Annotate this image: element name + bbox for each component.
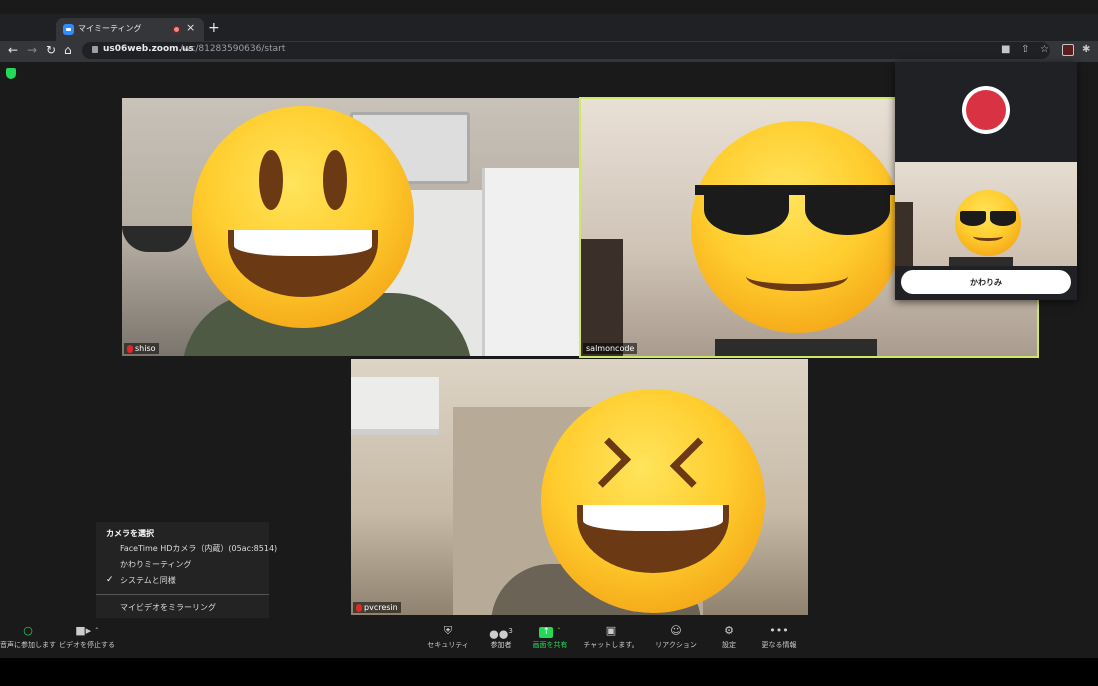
camera-option-kawari[interactable]: かわりミーティング xyxy=(120,559,192,570)
washer-shape xyxy=(482,168,579,356)
browser-tab[interactable]: マイミーティング × xyxy=(56,18,204,41)
tab-title: マイミーティング xyxy=(78,24,142,33)
lock-icon[interactable] xyxy=(92,46,98,53)
bottom-bezel xyxy=(0,658,1098,686)
sunglasses-emoji-icon xyxy=(955,190,1021,256)
zoom-web-window: マイミーティング × + ← → ↻ ⌂ us06web.zoom.us /wc… xyxy=(0,0,1098,686)
participants-label: 参加者 xyxy=(490,641,512,649)
stop-video-label: ビデオを停止する xyxy=(59,641,115,649)
sunglasses-bridge xyxy=(695,184,899,196)
emoji-plus-icon: ☺ xyxy=(670,624,682,637)
sunglasses-emoji-icon xyxy=(691,121,903,333)
forward-icon[interactable]: → xyxy=(27,43,37,57)
mirror-video-option[interactable]: マイビデオをミラーリング xyxy=(120,602,216,613)
join-audio-label: 音声に参加します xyxy=(0,641,56,649)
recording-indicator-icon xyxy=(172,25,181,34)
participant-name: salmoncode xyxy=(586,344,635,353)
video-tile-shiso[interactable]: shiso xyxy=(122,98,579,356)
shield-icon[interactable] xyxy=(6,68,16,79)
share-icon[interactable]: ⇧ xyxy=(1021,44,1029,56)
record-button[interactable] xyxy=(962,86,1010,134)
security-shield-icon: ⛨ xyxy=(443,624,453,637)
chevron-up-icon[interactable]: ˆ xyxy=(557,627,561,636)
participant-name-tag: shiso xyxy=(124,343,159,354)
camera-preview xyxy=(895,162,1077,266)
preview-lens-left xyxy=(959,211,986,226)
camera-select-menu: カメラを選択 FaceTime HDカメラ（内蔵）(05ac:8514) かわり… xyxy=(96,522,277,618)
tab-close-button[interactable]: × xyxy=(186,21,195,34)
settings-button[interactable]: ⚙ 設定 xyxy=(701,624,757,650)
gear-icon: ⚙ xyxy=(724,624,734,637)
camera-icon[interactable]: ■ xyxy=(1001,44,1010,56)
squint-eye-left xyxy=(580,437,632,489)
home-icon[interactable]: ⌂ xyxy=(64,43,72,57)
chevron-up-icon[interactable]: ˆ xyxy=(95,627,99,636)
participants-icon: ●●3 xyxy=(489,627,513,641)
menu-divider xyxy=(96,594,269,595)
mic-muted-icon xyxy=(127,344,133,353)
share-screen-icon: ↑ ˆ xyxy=(539,624,561,638)
back-icon[interactable]: ← xyxy=(8,43,18,57)
chat-bubble-icon: ▣ xyxy=(605,624,617,637)
mouth xyxy=(227,230,379,297)
kawarimi-button[interactable]: かわりみ xyxy=(901,270,1071,294)
participant-name-tag: salmoncode xyxy=(583,343,638,354)
mic-muted-icon xyxy=(356,603,362,612)
security-button[interactable]: ⛨ セキュリティ xyxy=(420,624,476,650)
grinning-emoji-icon xyxy=(192,106,414,328)
camera-menu-header: カメラを選択 xyxy=(106,529,154,538)
share-screen-button[interactable]: ↑ ˆ 画面を共有 xyxy=(522,624,578,650)
puzzle-icon[interactable]: ✱ xyxy=(1082,44,1090,56)
new-tab-button[interactable]: + xyxy=(208,20,220,36)
pan-shape xyxy=(122,226,192,252)
laughing-emoji-icon xyxy=(541,389,765,613)
security-label: セキュリティ xyxy=(427,641,469,649)
reaction-button[interactable]: ☺ リアクション xyxy=(648,624,704,650)
shelf-shape xyxy=(581,239,623,356)
preview-smile xyxy=(973,232,1003,242)
camera-option-facetime[interactable]: FaceTime HDカメラ（内蔵）(05ac:8514) xyxy=(120,543,277,554)
selected-check-icon: ✓ xyxy=(106,575,114,585)
headphones-icon: ○ xyxy=(23,624,33,637)
settings-label: 設定 xyxy=(722,641,736,649)
video-tile-pvcresin[interactable]: pvcresin xyxy=(351,359,808,615)
shirt-shape xyxy=(715,339,877,356)
stop-video-button[interactable]: ■▸ ˆ ビデオを停止する xyxy=(56,624,118,650)
preview-shirt-shape xyxy=(949,257,1013,266)
participant-name: shiso xyxy=(135,344,156,353)
participant-name-tag: pvcresin xyxy=(353,602,401,613)
extension-popup: かわりみ xyxy=(895,62,1077,300)
url-path: /wc/81283590636/start xyxy=(180,44,286,54)
left-eye xyxy=(258,150,283,211)
video-camera-icon: ■▸ ˆ xyxy=(75,624,99,637)
more-label: 更なる情報 xyxy=(761,641,797,649)
reload-icon[interactable]: ↻ xyxy=(46,43,56,57)
chat-label: チャットします。 xyxy=(583,641,639,649)
preview-lens-right xyxy=(989,211,1017,226)
participant-name: pvcresin xyxy=(364,603,398,612)
ellipsis-icon: ••• xyxy=(769,624,789,637)
right-eye xyxy=(322,150,348,211)
reaction-label: リアクション xyxy=(655,641,697,649)
participant-count: 3 xyxy=(508,627,513,635)
mouth xyxy=(576,505,730,573)
zoom-favicon-icon xyxy=(63,24,74,35)
smile xyxy=(746,261,848,291)
squint-eye-right xyxy=(670,437,721,489)
preview-shelf-shape xyxy=(895,202,913,266)
more-button[interactable]: ••• 更なる情報 xyxy=(751,624,807,650)
participants-button[interactable]: ●●3 参加者 xyxy=(473,624,529,650)
join-audio-button[interactable]: ○ 音声に参加します xyxy=(0,624,56,650)
star-icon[interactable]: ☆ xyxy=(1040,44,1049,56)
chat-button[interactable]: ▣ チャットします。 xyxy=(583,624,639,650)
air-conditioner-shape xyxy=(351,377,439,435)
share-screen-label: 画面を共有 xyxy=(532,641,568,649)
camera-option-system[interactable]: システムと同様 xyxy=(120,575,176,586)
extension-icon[interactable] xyxy=(1062,44,1074,56)
